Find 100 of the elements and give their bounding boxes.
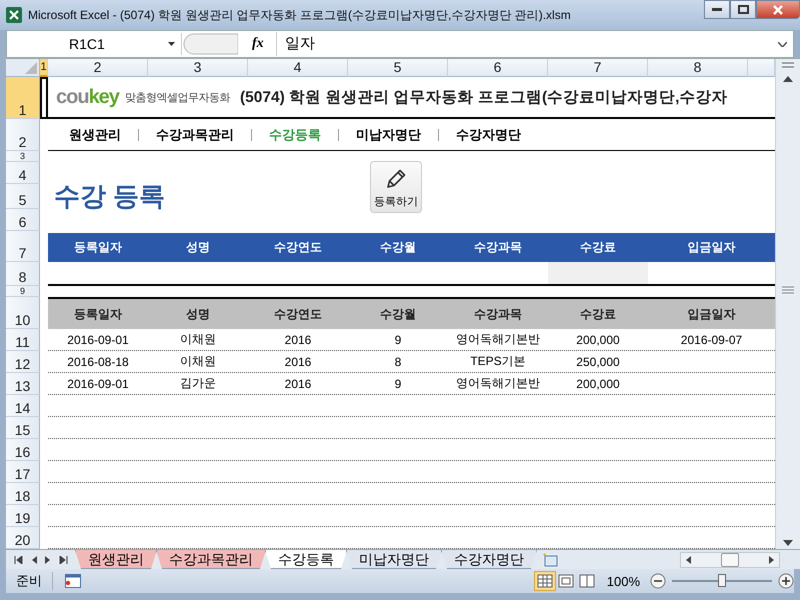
new-sheet-icon[interactable] (541, 552, 559, 566)
row-header[interactable]: 12 (6, 351, 40, 373)
formula-input[interactable]: 일자 (276, 32, 774, 56)
table-cell-text: 영어독해기본반 (455, 331, 541, 348)
resize-handle-icon[interactable] (182, 33, 238, 55)
nav-link[interactable]: 수강자명단 (438, 128, 538, 140)
table-cell-text: 2016 (284, 354, 312, 368)
register-button[interactable]: 등록하기 (370, 161, 422, 213)
page-heading: 수강 등록 (53, 180, 166, 212)
row-header[interactable]: 6 (6, 209, 40, 231)
page-layout-icon[interactable] (556, 572, 576, 590)
row-header[interactable]: 17 (6, 461, 40, 483)
column-header: 수강월 (379, 239, 417, 256)
table-cell-text: 2016-09-01 (66, 332, 130, 346)
column-header: 등록일자 (73, 239, 123, 256)
zoom-level[interactable]: 100% (602, 574, 644, 588)
scroll-up-icon[interactable] (783, 76, 793, 82)
name-box[interactable]: R1C1 (7, 33, 182, 55)
row-header[interactable]: 3 (6, 151, 40, 162)
column-header: 수강연도 (273, 239, 323, 256)
row-header[interactable]: 20 (6, 527, 40, 549)
zoom-slider-thumb[interactable] (718, 574, 726, 587)
zoom-in-icon[interactable] (778, 573, 794, 589)
column-header: 수강과목 (473, 306, 523, 322)
column-header[interactable]: 6 (448, 59, 548, 77)
dropdown-caret-icon (168, 42, 175, 46)
close-button[interactable] (756, 0, 800, 19)
nav-link[interactable]: 수강등록 (251, 128, 338, 140)
row-header[interactable]: 8 (6, 262, 40, 286)
window-title: Microsoft Excel - (5074) 학원 원생관리 업무자동화 프로그램(수강료미납자명단,수강자명단 관리).xlsm (28, 6, 572, 24)
table-cell-text: 200,000 (575, 332, 621, 346)
column-header: 성명 (185, 239, 211, 256)
insert-function-button[interactable]: fx (252, 36, 272, 52)
sheet-tab[interactable]: 수강등록 (265, 550, 347, 569)
logo-tagline: 맞춤형엑셀업무자동화 (124, 90, 230, 104)
scroll-left-icon[interactable] (685, 556, 691, 564)
row-header[interactable]: 2 (6, 119, 40, 151)
row-header[interactable]: 11 (6, 329, 40, 351)
horizontal-scrollbar[interactable] (680, 552, 780, 568)
table-cell-text: 9 (394, 376, 402, 390)
column-header: 입금일자 (686, 239, 736, 256)
table-cell-text: 2016-09-07 (680, 332, 744, 346)
zoom-out-icon[interactable] (650, 573, 666, 589)
table-cell-text: 250,000 (575, 354, 621, 368)
sheet-tab[interactable]: 수강과목관리 (156, 550, 266, 569)
nav-link[interactable]: 수강과목관리 (138, 128, 251, 140)
column-header[interactable]: 7 (548, 59, 648, 77)
page-break-icon[interactable] (576, 572, 597, 590)
split-handle-icon[interactable] (782, 286, 794, 294)
selected-cell[interactable] (40, 77, 48, 119)
column-header[interactable]: 1 (40, 59, 48, 77)
column-header: 수강료 (579, 239, 617, 256)
scroll-right-icon[interactable] (769, 556, 775, 564)
expand-caret-icon[interactable] (778, 42, 787, 46)
input-row[interactable] (48, 262, 775, 286)
column-header[interactable]: 8 (648, 59, 748, 77)
table-cell-text: 이채원 (179, 331, 217, 348)
normal-view-icon[interactable] (534, 572, 555, 590)
row-header[interactable]: 14 (6, 395, 40, 417)
table-cell-text: 2016 (284, 376, 312, 390)
table-cell-text: 김가운 (179, 375, 217, 392)
row-header[interactable]: 5 (6, 184, 40, 209)
column-header[interactable]: 4 (248, 59, 348, 77)
maximize-button[interactable] (730, 0, 756, 19)
row-header[interactable]: 15 (6, 417, 40, 439)
sheet-tab[interactable]: 수강자명단 (441, 550, 537, 569)
shaded-cell[interactable] (548, 262, 648, 284)
row-header[interactable]: 16 (6, 439, 40, 461)
row-header[interactable]: 4 (6, 162, 40, 184)
nav-link[interactable]: 미납자명단 (338, 128, 438, 140)
sheet-tab[interactable]: 원생관리 (75, 550, 157, 569)
row-header[interactable]: 18 (6, 483, 40, 505)
row-header[interactable]: 13 (6, 373, 40, 395)
sheet-tab[interactable]: 미납자명단 (346, 550, 442, 569)
scroll-down-icon[interactable] (783, 540, 793, 546)
nav-link[interactable]: 원생관리 (52, 128, 138, 140)
column-header: 수강과목 (473, 239, 523, 256)
scroll-thumb[interactable] (721, 552, 739, 566)
column-header: 수강연도 (273, 306, 323, 322)
row-header[interactable]: 9 (6, 286, 40, 297)
minimize-button[interactable] (704, 0, 730, 19)
row-header[interactable]: 19 (6, 505, 40, 527)
next-sheet-icon[interactable] (45, 556, 51, 564)
macro-record-icon[interactable] (65, 574, 81, 588)
corner-triangle-icon (25, 62, 37, 74)
previous-sheet-icon[interactable] (31, 556, 37, 564)
row-header[interactable]: 1 (6, 77, 40, 119)
column-header[interactable]: 5 (348, 59, 448, 77)
table-cell-text: 9 (394, 332, 402, 346)
row-header[interactable]: 7 (6, 231, 40, 262)
column-header[interactable]: 2 (48, 59, 148, 77)
column-header: 수강월 (379, 306, 417, 322)
close-icon (772, 4, 784, 14)
last-sheet-icon[interactable] (59, 556, 68, 564)
program-title: (5074) 학원 원생관리 업무자동화 프로그램(수강료미납자명단,수강자 (240, 88, 728, 108)
row-header[interactable]: 10 (6, 297, 40, 329)
column-header: 등록일자 (73, 306, 123, 322)
column-header[interactable]: 3 (148, 59, 248, 77)
excel-icon (6, 7, 22, 23)
first-sheet-icon[interactable] (14, 556, 23, 564)
